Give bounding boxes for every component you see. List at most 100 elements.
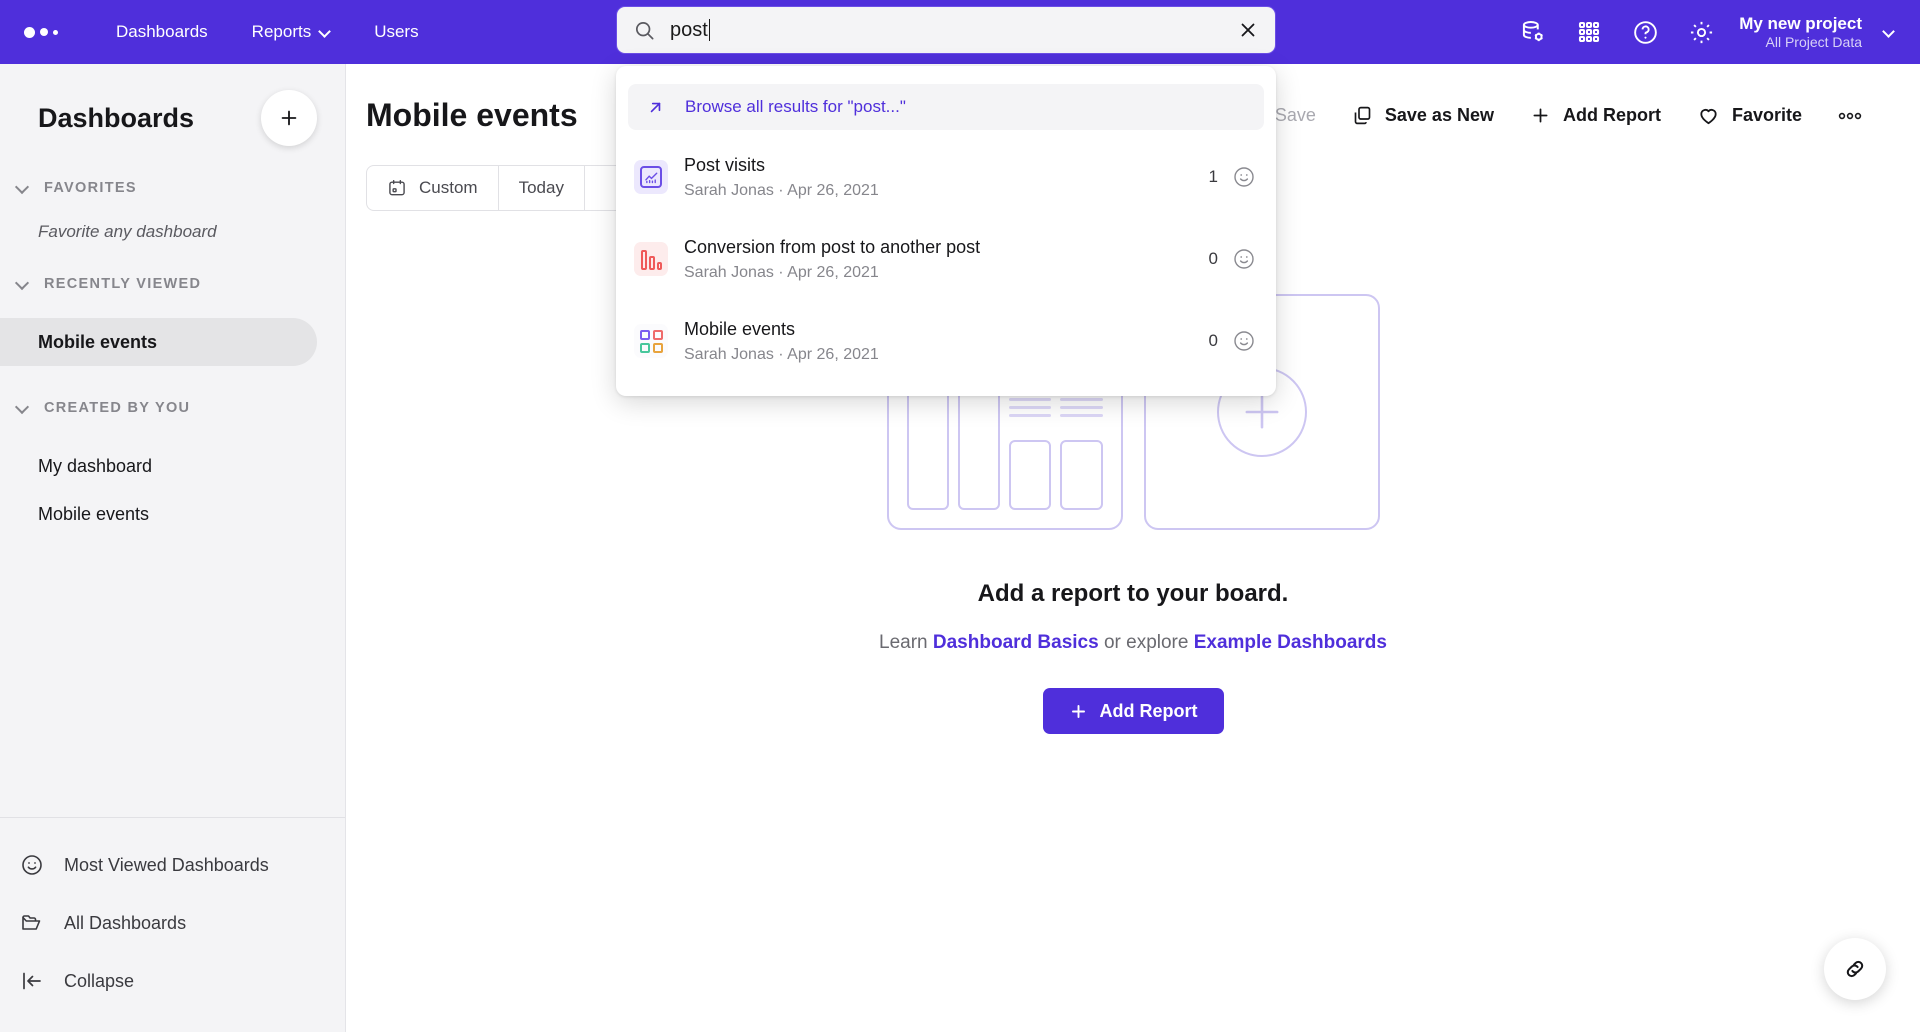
sidebar-item-mobile-events-recent[interactable]: Mobile events [0, 318, 317, 366]
example-dashboards-link[interactable]: Example Dashboards [1194, 632, 1387, 653]
sidebar-header: Dashboards [0, 64, 345, 146]
gear-icon[interactable] [1673, 4, 1729, 60]
search-result-item[interactable]: Mobile events Sarah Jonas · Apr 26, 2021… [616, 300, 1276, 382]
sidebar-item-label: My dashboard [38, 455, 153, 476]
search-result-item[interactable]: Post visits Sarah Jonas · Apr 26, 2021 1 [616, 136, 1276, 218]
add-dashboard-button[interactable] [261, 90, 317, 146]
plus-icon [1071, 704, 1085, 718]
nav-item-label: Users [374, 22, 419, 41]
sidebar-section-label: FAVORITES [44, 180, 137, 196]
line-chart-icon [634, 160, 668, 194]
sidebar-section-label: RECENTLY VIEWED [44, 276, 202, 292]
search-result-tail: 1 [1209, 165, 1256, 189]
favorite-button[interactable]: Favorite [1679, 94, 1820, 137]
sidebar-item-collapse[interactable]: Collapse [0, 952, 345, 1010]
copy-icon [1354, 106, 1371, 125]
sidebar-footer-label: All Dashboards [64, 912, 187, 933]
sidebar-section-recently-viewed[interactable]: RECENTLY VIEWED [0, 276, 345, 292]
search-result-text: Post visits Sarah Jonas · Apr 26, 2021 [684, 152, 1193, 203]
add-report-button-toolbar[interactable]: Add Report [1512, 95, 1679, 136]
date-tab-today[interactable]: Today [499, 166, 585, 210]
plus-icon [1533, 108, 1548, 123]
sidebar-footer-label: Most Viewed Dashboards [64, 854, 269, 875]
empty-state-subtitle: Learn Dashboard Basics or explore Exampl… [879, 632, 1387, 654]
add-report-primary-label: Add Report [1099, 700, 1198, 721]
search-result-text: Mobile events Sarah Jonas · Apr 26, 2021 [684, 316, 1193, 367]
heart-icon [1700, 109, 1717, 125]
search-result-title: Mobile events [684, 318, 796, 339]
search-result-title: Conversion from post to another post [684, 236, 981, 257]
clear-search-button[interactable] [1237, 19, 1259, 41]
dashboard-basics-link[interactable]: Dashboard Basics [933, 632, 1099, 653]
favorites-empty-text: Favorite any dashboard [38, 222, 217, 241]
dashboard-grid-icon [634, 324, 668, 358]
search-result-count: 1 [1208, 167, 1218, 186]
close-icon [1241, 23, 1255, 37]
browse-all-results-row[interactable]: Browse all results for "post..." [628, 84, 1264, 130]
page-title: Mobile events [366, 97, 578, 133]
search-input[interactable]: post [670, 19, 711, 42]
chevron-down-icon [14, 400, 30, 416]
search-result-count: 0 [1208, 331, 1218, 350]
sidebar-item-mobile-events[interactable]: Mobile events [0, 490, 317, 538]
bar-chart-glyph [640, 248, 662, 270]
sidebar-footer: Most Viewed Dashboards All Dashboards Co… [0, 817, 345, 1032]
sidebar-item-my-dashboard[interactable]: My dashboard [0, 442, 317, 490]
sidebar-section-favorites[interactable]: FAVORITES [0, 180, 345, 196]
smiley-icon[interactable] [1232, 165, 1256, 189]
save-as-new-button[interactable]: Save as New [1334, 95, 1512, 136]
search-input-container[interactable]: post [616, 6, 1276, 54]
primary-nav: Dashboards Reports Users [94, 14, 441, 50]
nav-item-dashboards[interactable]: Dashboards [94, 14, 230, 50]
chevron-down-icon [320, 27, 330, 37]
project-labels: My new project All Project Data [1739, 13, 1862, 52]
app-logo[interactable] [24, 26, 58, 38]
sidebar-section-created-by-you[interactable]: CREATED BY YOU [0, 400, 345, 416]
grid-apps-icon[interactable] [1561, 4, 1617, 60]
dashboard-toolbar: Save Save as New Add Report Favorite [1257, 94, 1880, 137]
more-horizontal-icon [1838, 112, 1862, 119]
sidebar-item-label: Mobile events [38, 503, 150, 524]
logo-dot-large [24, 26, 35, 38]
link-chain-icon-button[interactable] [1824, 938, 1886, 1000]
save-as-new-label: Save as New [1384, 105, 1494, 125]
sidebar-title: Dashboards [38, 102, 195, 133]
browse-all-results-label: Browse all results for "post..." [685, 97, 906, 116]
help-circle-icon[interactable] [1617, 4, 1673, 60]
header-actions: My new project All Project Data [1505, 0, 1898, 64]
database-settings-icon[interactable] [1505, 4, 1561, 60]
search-result-meta: Sarah Jonas · Apr 26, 2021 [684, 345, 879, 363]
more-options-button[interactable] [1820, 101, 1880, 131]
nav-item-reports[interactable]: Reports [230, 14, 353, 50]
smiley-icon[interactable] [1232, 329, 1256, 353]
text-caret [708, 19, 711, 41]
nav-item-label: Dashboards [116, 22, 208, 41]
collapse-left-icon [23, 972, 41, 990]
add-report-primary-button[interactable]: Add Report [1042, 688, 1224, 734]
link-chain-icon [1846, 960, 1864, 978]
chevron-down-icon [1884, 27, 1894, 37]
search-result-count: 0 [1208, 249, 1218, 268]
logo-dot-medium [40, 28, 48, 36]
smiley-icon [22, 855, 42, 875]
empty-sub-middle: or explore [1098, 632, 1194, 653]
search-result-tail: 0 [1209, 329, 1256, 353]
sidebar-item-most-viewed-dashboards[interactable]: Most Viewed Dashboards [0, 836, 345, 894]
sidebar-item-all-dashboards[interactable]: All Dashboards [0, 894, 345, 952]
project-selector[interactable]: My new project All Project Data [1739, 13, 1898, 52]
nav-item-label: Reports [251, 22, 312, 41]
empty-state-title: Add a report to your board. [977, 580, 1289, 607]
search-result-item[interactable]: Conversion from post to another post Sar… [616, 218, 1276, 300]
date-tab-label: Custom [419, 178, 478, 197]
sidebar-footer-label: Collapse [64, 970, 135, 991]
search-result-meta: Sarah Jonas · Apr 26, 2021 [684, 181, 879, 199]
chevron-down-icon [14, 180, 30, 196]
date-tab-custom[interactable]: Custom [367, 166, 499, 210]
save-label: Save [1274, 105, 1316, 125]
dashboard-grid-glyph [639, 329, 663, 353]
nav-item-users[interactable]: Users [352, 14, 440, 50]
project-name: My new project [1739, 13, 1862, 33]
search-result-title: Post visits [684, 154, 766, 175]
logo-dot-small [53, 29, 58, 35]
smiley-icon[interactable] [1232, 247, 1256, 271]
